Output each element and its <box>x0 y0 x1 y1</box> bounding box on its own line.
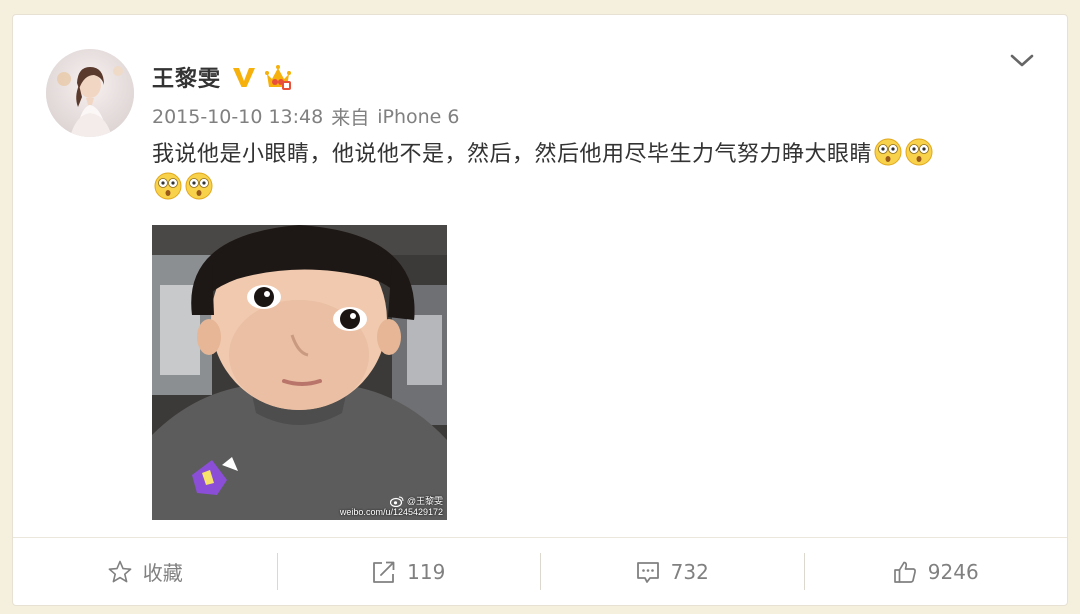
vip-crown-icon[interactable] <box>263 62 293 92</box>
like-count: 9246 <box>927 559 979 584</box>
post-photo[interactable]: @王黎雯 weibo.com/u/1245429172 <box>152 225 447 520</box>
post-body-text: 我说他是小眼睛，他说他不是，然后，然后他用尽毕生力气努力睁大眼睛 <box>152 142 873 167</box>
post-text: 我说他是小眼睛，他说他不是，然后，然后他用尽毕生力气努力睁大眼睛 <box>152 137 1032 205</box>
favorite-button[interactable]: 收藏 <box>13 538 277 605</box>
post-meta: 2015-10-10 13:48 来自 iPhone 6 <box>152 103 460 130</box>
comment-count: 732 <box>670 559 709 584</box>
like-button[interactable]: 9246 <box>803 538 1068 605</box>
weibo-post-card: 王黎雯 2015-10-10 13:48 来自 iPhone 6 我说他是小眼睛… <box>12 14 1068 606</box>
post-timestamp[interactable]: 2015-10-10 13:48 <box>152 106 323 128</box>
share-out-icon <box>373 561 395 583</box>
shocked-face-emoji-icon <box>154 172 182 200</box>
author-avatar[interactable] <box>46 49 134 137</box>
shocked-face-emoji-icon <box>185 172 213 200</box>
comment-bubble-icon <box>636 561 659 583</box>
shocked-face-emoji-icon <box>905 138 933 166</box>
author-row: 王黎雯 <box>152 59 293 95</box>
thumbs-up-icon <box>893 561 916 583</box>
repost-button[interactable]: 119 <box>276 538 541 605</box>
post-action-bar: 收藏 119 732 9246 <box>13 537 1067 605</box>
child-portrait-image <box>152 225 447 520</box>
avatar-photo <box>46 49 134 137</box>
verified-v-badge-icon[interactable] <box>231 64 257 90</box>
comment-button[interactable]: 732 <box>540 538 804 605</box>
chevron-down-icon[interactable] <box>1009 51 1035 71</box>
watermark-url: weibo.com/u/1245429172 <box>339 507 443 517</box>
photo-watermark: @王黎雯 weibo.com/u/1245429172 <box>340 496 443 518</box>
repost-count: 119 <box>407 559 446 584</box>
source-prefix: 来自 <box>331 107 370 129</box>
source-device: iPhone 6 <box>377 105 460 128</box>
shocked-face-emoji-icon <box>874 138 902 166</box>
star-icon <box>108 560 132 582</box>
favorite-label: 收藏 <box>142 561 183 585</box>
author-name[interactable]: 王黎雯 <box>152 61 221 93</box>
watermark-handle: @王黎雯 <box>406 496 443 506</box>
weibo-logo-icon <box>389 496 404 507</box>
